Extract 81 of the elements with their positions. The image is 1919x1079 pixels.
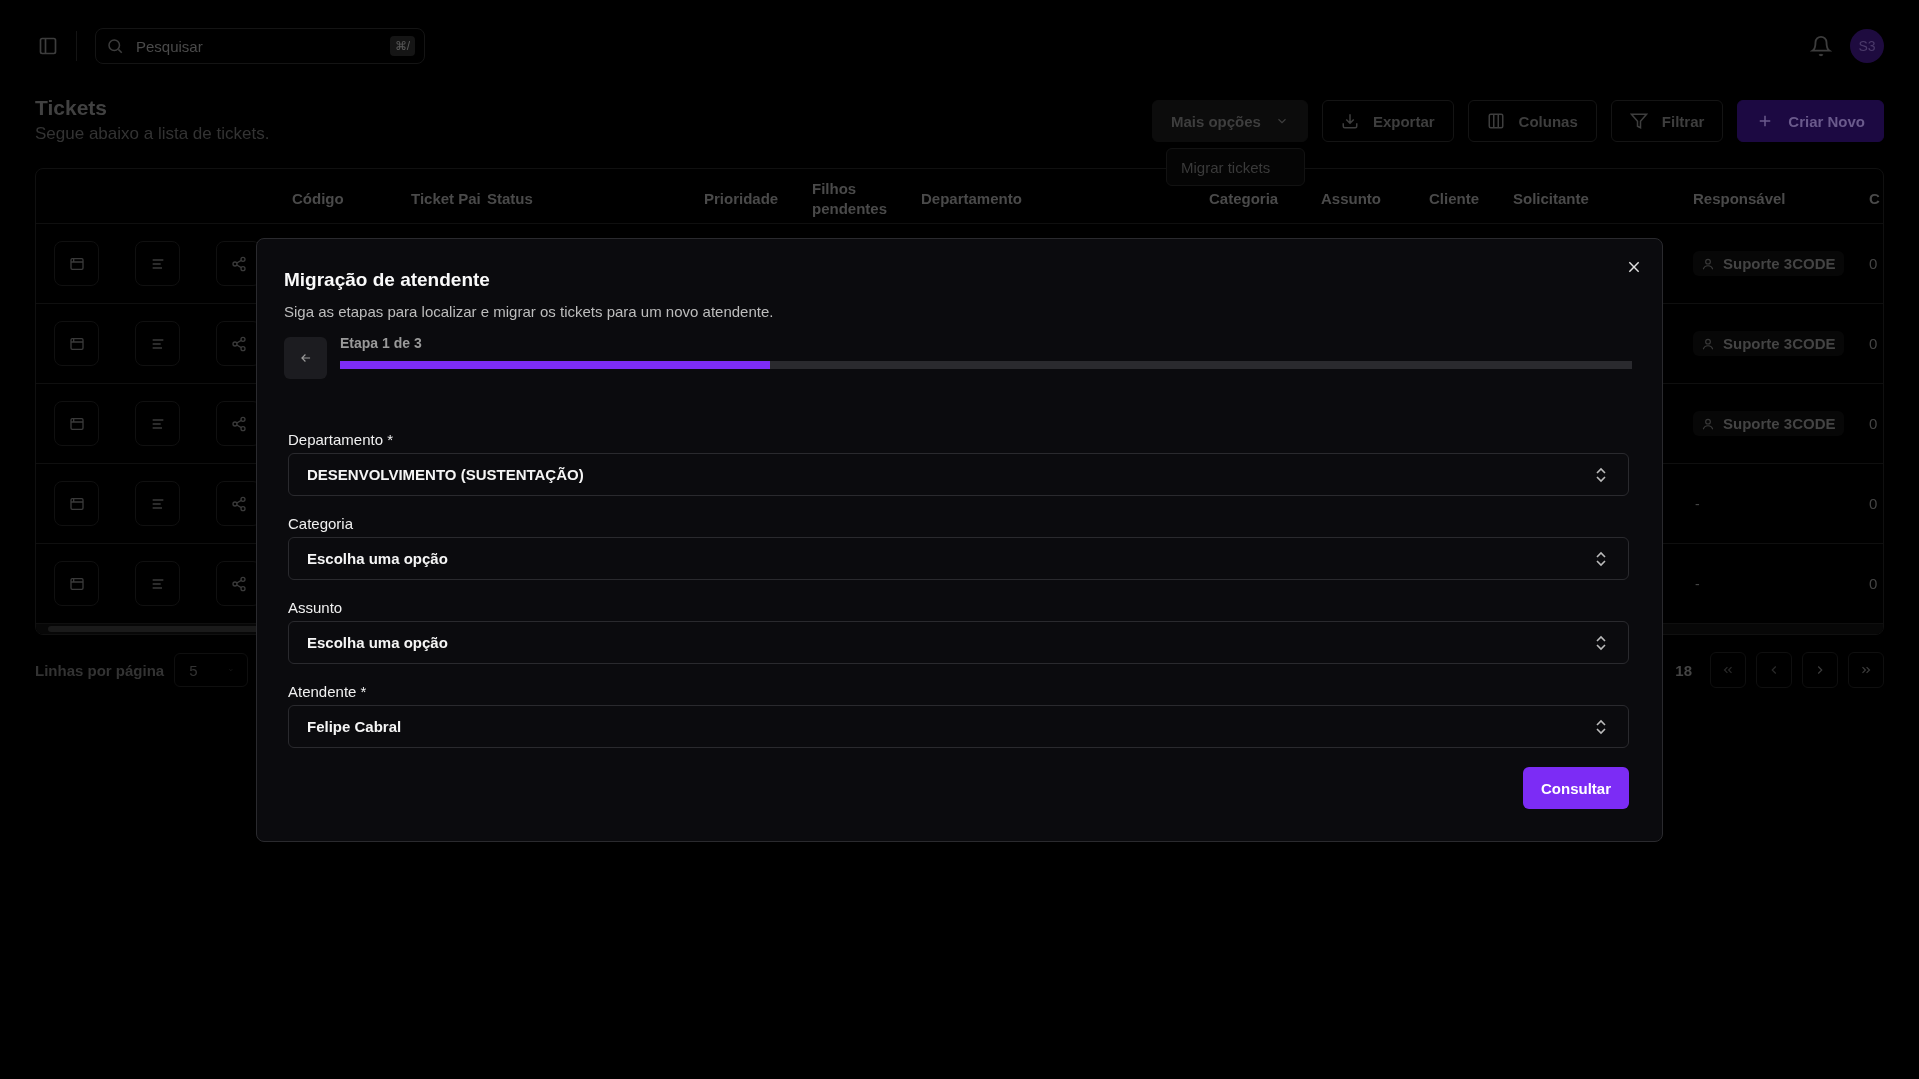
- select-field[interactable]: Escolha uma opção: [288, 537, 1629, 580]
- column-header: Filhos pendentes: [812, 180, 887, 217]
- user-icon: [1701, 256, 1715, 271]
- browser-window-icon: [68, 575, 85, 592]
- browser-window-icon: [68, 255, 85, 272]
- open-button[interactable]: [54, 401, 99, 446]
- back-button[interactable]: [284, 337, 327, 379]
- select-field[interactable]: Escolha uma opção: [288, 621, 1629, 664]
- browser-window-icon: [68, 495, 85, 512]
- shortcut-hint: ⌘/: [389, 36, 415, 56]
- export-button[interactable]: Exportar: [1321, 100, 1454, 142]
- field-label: Departamento *: [288, 431, 395, 448]
- column-header: Código: [292, 190, 344, 207]
- assignee-tag: Suporte 3CODE: [1693, 251, 1844, 276]
- page-title: Tickets: [35, 96, 108, 120]
- submit-button[interactable]: Consultar: [1523, 767, 1629, 809]
- share-icon: [230, 575, 247, 592]
- column-header: Cliente: [1429, 190, 1479, 207]
- open-button[interactable]: [54, 321, 99, 366]
- up-down-chevron-icon: [1594, 634, 1608, 651]
- arrow-left-icon: [298, 351, 313, 365]
- browser-window-icon: [68, 335, 85, 352]
- table-cell: 0: [1869, 575, 1878, 592]
- last-page-button[interactable]: [1848, 652, 1884, 688]
- details-button[interactable]: [135, 401, 180, 446]
- column-header: Status: [487, 190, 533, 207]
- page-info: 18: [1675, 661, 1692, 679]
- share-icon: [230, 335, 247, 352]
- table-cell: 0: [1869, 335, 1878, 352]
- share-icon: [230, 495, 247, 512]
- share-icon: [230, 255, 247, 272]
- field-label: Categoria: [288, 515, 355, 532]
- details-button[interactable]: [135, 241, 180, 286]
- up-down-chevron-icon: [1594, 718, 1608, 735]
- column-header: Categoria: [1209, 190, 1279, 207]
- previous-page-button[interactable]: [1756, 652, 1792, 688]
- column-header: Ticket Pai: [411, 190, 481, 207]
- table-cell: 0: [1869, 495, 1878, 512]
- table-cell: -: [1695, 575, 1700, 592]
- open-button[interactable]: [54, 561, 99, 606]
- select-field[interactable]: DESENVOLVIMENTO (SUSTENTAÇÃO): [288, 453, 1629, 496]
- download-icon: [1340, 112, 1359, 130]
- user-icon: [1701, 416, 1715, 431]
- up-down-chevron-icon: [1594, 550, 1608, 567]
- search-icon: [106, 37, 124, 55]
- column-header: Responsável: [1693, 190, 1786, 207]
- assignee-tag: Suporte 3CODE: [1693, 411, 1844, 436]
- create-button[interactable]: Criar Novo: [1737, 100, 1884, 142]
- filter-icon: [1629, 112, 1648, 130]
- table-cell: 0: [1869, 415, 1878, 432]
- table-cell: 0: [1869, 255, 1878, 272]
- close-icon[interactable]: [1626, 259, 1642, 275]
- next-page-button[interactable]: [1802, 652, 1838, 688]
- columns-icon: [1486, 112, 1505, 130]
- select-field[interactable]: Felipe Cabral: [288, 705, 1629, 748]
- open-button[interactable]: [54, 481, 99, 526]
- details-button[interactable]: [135, 561, 180, 606]
- filter-button[interactable]: Filtrar: [1610, 100, 1724, 142]
- column-header: Prioridade: [704, 190, 779, 207]
- bell-icon[interactable]: [1810, 35, 1832, 57]
- field-label: Assunto: [288, 599, 344, 616]
- dialog-title: Migração de atendente: [284, 269, 491, 291]
- dialog-description: Siga as etapas para localizar e migrar os tickets para um novo atendente.: [284, 303, 775, 320]
- share-icon: [230, 415, 247, 432]
- user-icon: [1701, 336, 1715, 351]
- details-button[interactable]: [135, 321, 180, 366]
- assignee-tag: Suporte 3CODE: [1693, 331, 1844, 356]
- browser-window-icon: [68, 415, 85, 432]
- column-header: C: [1869, 190, 1880, 207]
- sidebar-toggle-icon[interactable]: [38, 36, 58, 56]
- up-down-chevron-icon: [1594, 466, 1608, 483]
- column-header: Solicitante: [1513, 190, 1589, 207]
- step-label: Etapa 1 de 3: [340, 335, 423, 351]
- column-header: Assunto: [1321, 190, 1381, 207]
- first-page-button[interactable]: [1710, 652, 1746, 688]
- field-label: Atendente *: [288, 683, 368, 700]
- table-cell: -: [1695, 495, 1700, 512]
- columns-button[interactable]: Colunas: [1467, 100, 1597, 142]
- open-button[interactable]: [54, 241, 99, 286]
- details-button[interactable]: [135, 481, 180, 526]
- column-header: Departamento: [921, 190, 1022, 207]
